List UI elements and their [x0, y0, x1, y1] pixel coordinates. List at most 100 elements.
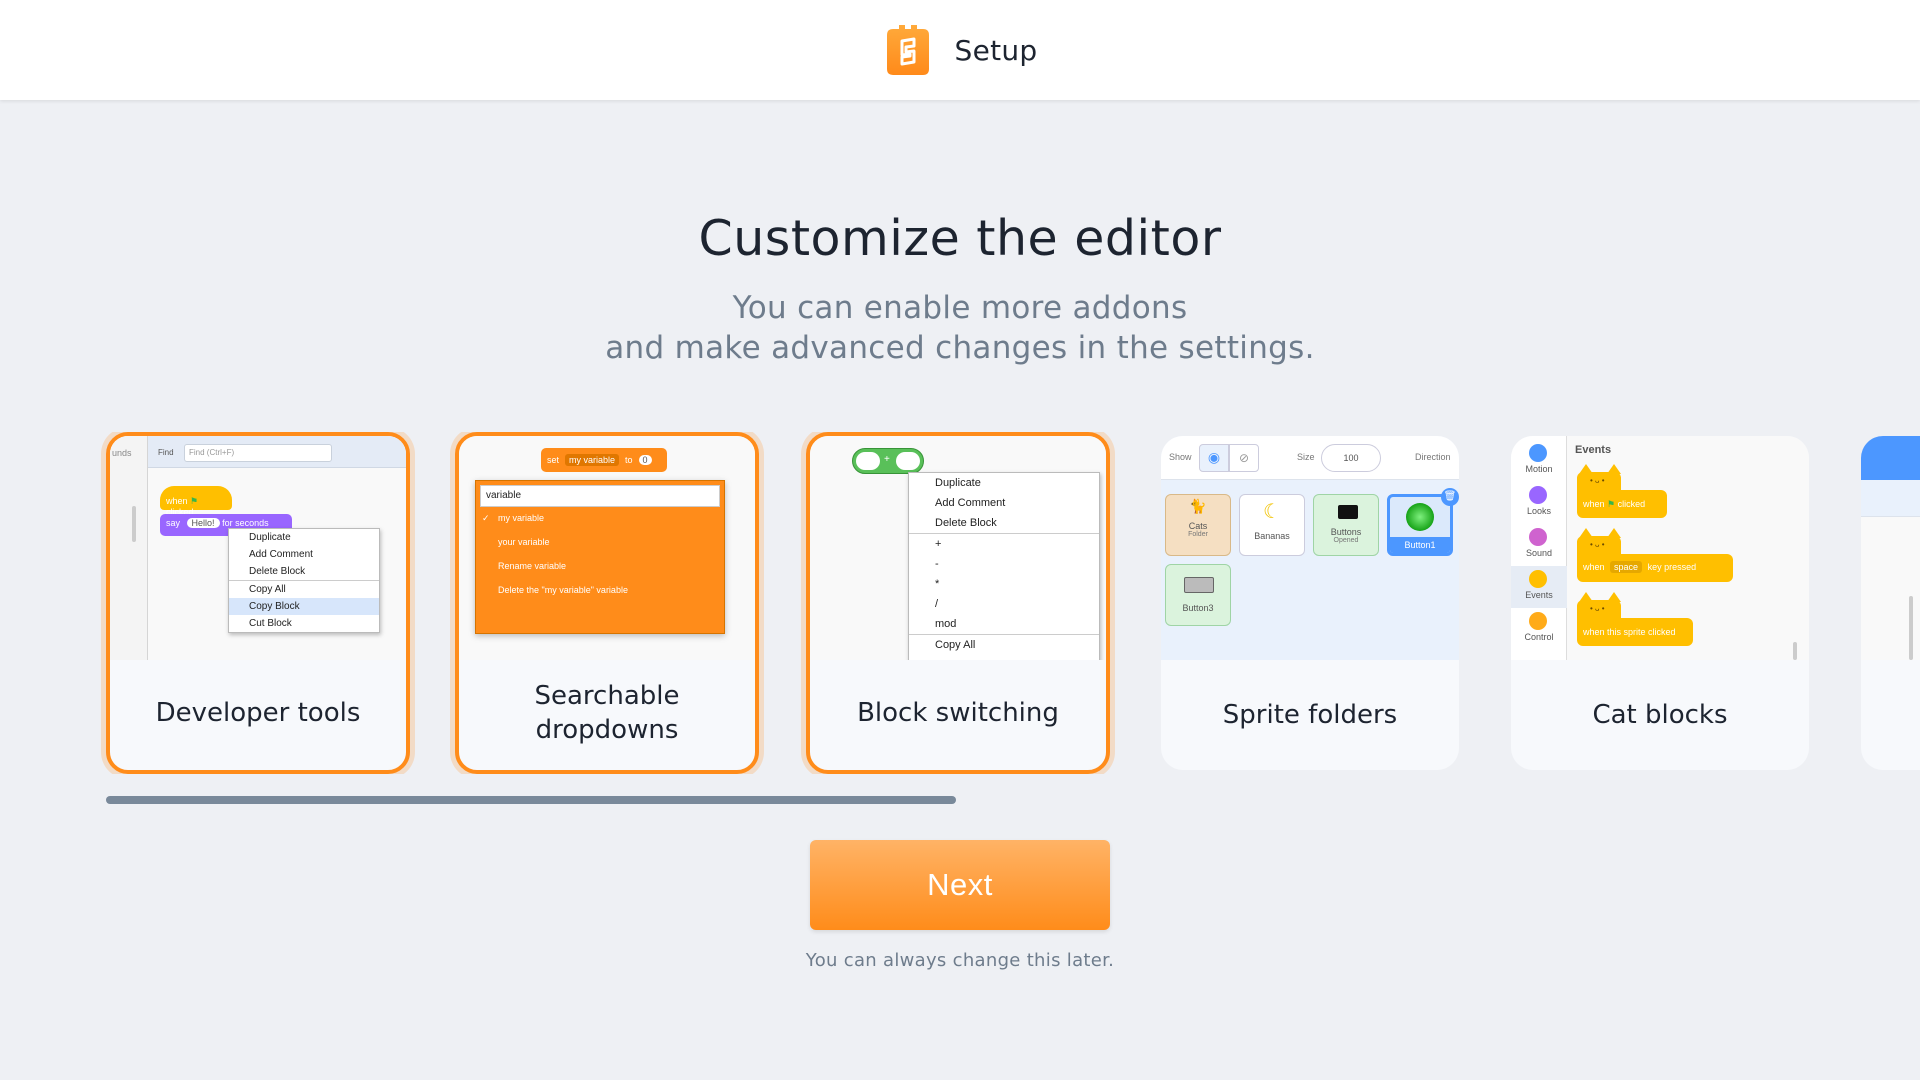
top-bar: Setup: [0, 0, 1920, 100]
menu-item-multiply: *: [935, 578, 940, 590]
option-your-variable: your variable: [498, 537, 550, 547]
category-looks: Looks: [1526, 506, 1552, 516]
size-input: 100: [1321, 444, 1381, 472]
show-label: Show: [1169, 452, 1192, 462]
menu-item-add-comment: Add Comment: [249, 549, 313, 560]
dropdown-search-input: variable: [480, 485, 720, 507]
direction-label: Direction: [1415, 452, 1451, 462]
card-developer-tools[interactable]: unds Find Find (Ctrl+F) when ⚑ clicked s…: [106, 432, 410, 774]
category-events-dot: [1529, 570, 1547, 588]
cat-block3: when this sprite clicked: [1577, 618, 1693, 646]
green-button-icon: [1406, 503, 1434, 531]
block-plus: +: [884, 454, 890, 465]
trash-icon: 🗑: [1441, 488, 1459, 506]
card-sprite-folders[interactable]: Show ◉ ⊘ Size 100 Direction 🐈 Cats Folde…: [1161, 436, 1459, 770]
cat-block1-when: when: [1583, 499, 1605, 509]
cat-block1-clicked: clicked: [1617, 499, 1646, 509]
scratch-addons-logo-icon: [883, 25, 933, 75]
menu-item-copy-all: Copy All: [935, 639, 976, 651]
category-events: Events: [1525, 590, 1553, 600]
menu-item-delete-block: Delete Block: [249, 566, 306, 577]
cats-folder-icon: 🐈: [1189, 499, 1207, 515]
folder-icon: [1338, 505, 1358, 519]
menu-item-duplicate: Duplicate: [249, 532, 291, 543]
menu-item-mod: mod: [935, 618, 957, 630]
card-block-switching[interactable]: + Duplicate Add Comment Delete Block + -…: [806, 432, 1110, 774]
hidden-eye-icon: ⊘: [1229, 444, 1259, 472]
bananas-icon: ☾: [1263, 499, 1281, 523]
check-icon: ✓: [482, 513, 490, 523]
card-label: Searchable dropdowns: [534, 681, 680, 745]
card-label: Developer tools: [155, 698, 361, 728]
cat-block2-pressed: key pressed: [1647, 562, 1697, 572]
block-hello: Hello!: [186, 518, 220, 528]
category-motion-dot: [1529, 444, 1547, 462]
menu-item-copy-all: Copy All: [249, 584, 286, 595]
cat-block2-when: when: [1583, 562, 1605, 572]
menu-item-copy-block: Copy Block: [229, 598, 379, 615]
developer-tools-preview: unds Find Find (Ctrl+F) when ⚑ clicked s…: [110, 436, 406, 660]
block-say: say: [166, 518, 181, 528]
find-label: Find: [158, 448, 174, 457]
green-flag-icon: ⚑: [190, 496, 199, 506]
block-switching-preview: + Duplicate Add Comment Delete Block + -…: [810, 436, 1106, 660]
block-variable-dropdown: my variable: [565, 454, 620, 466]
option-delete-variable: Delete the "my variable" variable: [498, 585, 628, 595]
card-partial[interactable]: [1861, 436, 1920, 770]
find-input: Find (Ctrl+F): [184, 444, 332, 462]
searchable-dropdowns-preview: set my variable to 0 variable ✓ my varia…: [459, 436, 755, 660]
block-for: for: [222, 518, 233, 528]
addon-cards-carousel: unds Find Find (Ctrl+F) when ⚑ clicked s…: [0, 432, 1920, 774]
green-flag-icon: ⚑: [1607, 499, 1616, 509]
size-label: Size: [1297, 452, 1315, 462]
card-label: Sprite folders: [1222, 700, 1398, 730]
option-my-variable: my variable: [498, 513, 545, 523]
category-control-dot: [1529, 612, 1547, 630]
cat-ears-2: • ᴗ •: [1577, 528, 1621, 556]
menu-item-delete-block: Delete Block: [935, 517, 997, 529]
option-rename-variable: Rename variable: [498, 561, 567, 571]
category-motion: Motion: [1525, 464, 1553, 474]
card-cat-blocks[interactable]: Motion Looks Sound Events Control Events…: [1511, 436, 1809, 770]
cat-ears-1: • ᴗ •: [1577, 464, 1621, 492]
subtitle-line-2: and make advanced changes in the setting…: [605, 330, 1315, 366]
category-control: Control: [1524, 632, 1554, 642]
sprite-folders-preview: Show ◉ ⊘ Size 100 Direction 🐈 Cats Folde…: [1161, 436, 1459, 660]
subtitle-line-1: You can enable more addons: [732, 290, 1188, 326]
brand: Setup: [883, 25, 1038, 75]
carousel-scrollbar[interactable]: [106, 796, 956, 804]
visible-eye-icon: ◉: [1199, 444, 1229, 472]
sprite-button3: Button3: [1165, 564, 1231, 626]
category-sound: Sound: [1525, 548, 1553, 558]
palette-heading: Events: [1575, 444, 1612, 456]
page-title: Setup: [954, 33, 1038, 67]
gray-button-icon: [1184, 577, 1214, 593]
dropdown-panel: variable ✓ my variable your variable Ren…: [475, 480, 725, 634]
menu-item-divide: /: [935, 598, 939, 610]
footnote: You can always change this later.: [805, 950, 1115, 971]
next-button[interactable]: Next: [810, 840, 1110, 930]
sprite-folder-buttons: Buttons Opened: [1313, 494, 1379, 556]
block-value: 0: [638, 455, 652, 465]
card-searchable-dropdowns[interactable]: set my variable to 0 variable ✓ my varia…: [455, 432, 759, 774]
menu-item-subtract: -: [935, 558, 939, 570]
cat-blocks-preview: Motion Looks Sound Events Control Events…: [1511, 436, 1809, 660]
category-looks-dot: [1529, 486, 1547, 504]
block-when: when: [166, 496, 188, 506]
sprite-bananas: ☾ Bananas: [1239, 494, 1305, 556]
category-sound-dot: [1529, 528, 1547, 546]
menu-item-cut-block: Cut Block: [249, 618, 292, 629]
block-seconds: seconds: [235, 518, 269, 528]
block-set: set: [547, 455, 560, 465]
cat-block2-key: space: [1610, 561, 1643, 573]
menu-item-add: +: [935, 538, 942, 550]
context-menu: Duplicate Add Comment Delete Block + - *…: [908, 472, 1100, 660]
block-to: to: [625, 455, 633, 465]
tab-partial: unds: [112, 448, 132, 458]
cat-ears-3: • ᴗ •: [1577, 592, 1621, 620]
context-menu: Duplicate Add Comment Delete Block Copy …: [228, 528, 380, 633]
menu-item-duplicate: Duplicate: [935, 477, 981, 489]
menu-item-add-comment: Add Comment: [935, 497, 1006, 509]
card-label: Block switching: [857, 698, 1059, 728]
section-heading: Customize the editor: [698, 210, 1222, 267]
